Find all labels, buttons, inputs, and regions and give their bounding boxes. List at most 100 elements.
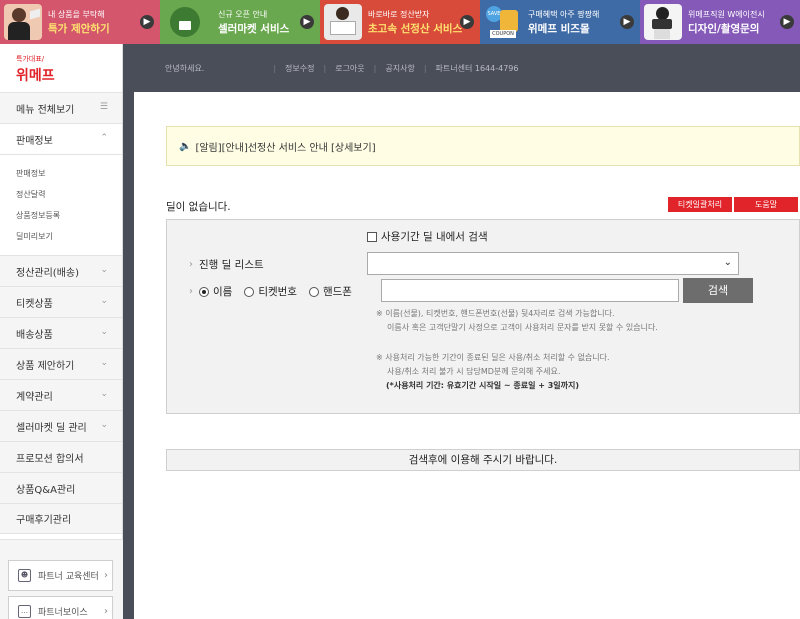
greeting: 안녕하세요. <box>165 63 205 73</box>
deal-list-select[interactable]: ⌄ <box>367 252 739 275</box>
search-input[interactable] <box>381 279 679 302</box>
sidebar-item-label: 티켓상품 <box>16 298 53 310</box>
chevron-right-icon[interactable]: ▶ <box>620 15 634 29</box>
radio-ticket[interactable] <box>244 286 255 297</box>
chevron-right-icon: › <box>189 259 193 270</box>
radio-phone-label: 핸드폰 <box>322 286 352 298</box>
help-text-3: ※ 사용처리 가능한 기간이 종료된 딜은 사용/취소 처리할 수 없습니다. <box>376 353 610 362</box>
chevron-up-icon: ⌃ <box>100 133 108 143</box>
sidebar-item-sales-info[interactable]: 판매정보 ⌃ <box>0 123 122 154</box>
notice-banner[interactable]: 🔈 [알림][안내]선정산 서비스 안내 [상세보기] <box>166 126 800 166</box>
menu-all-label: 메뉴 전체보기 <box>16 104 75 116</box>
sidebar-item-label: 셀러마켓 딜 관리 <box>16 422 87 434</box>
speech-bubble-icon: … <box>18 605 31 618</box>
period-search-option[interactable]: 사용기간 딜 내에서 검색 <box>367 229 488 244</box>
radio-phone[interactable] <box>308 286 319 297</box>
seller-market-badge-icon <box>170 7 200 37</box>
partner-center-phone: 파트너센터 1644-4796 <box>435 63 519 73</box>
sidebar: 특가대표/ 위메프 메뉴 전체보기 ☰ 판매정보 ⌃ 판매정보 정산달력 상품정… <box>0 44 123 619</box>
link-notice[interactable]: 공지사항 <box>385 63 414 74</box>
search-type-radios: › 이름 티켓번호 핸드폰 <box>189 284 364 299</box>
logo[interactable]: 특가대표/ 위메프 <box>0 44 122 92</box>
radio-ticket-label: 티켓번호 <box>258 286 297 298</box>
radio-ticket-option[interactable]: 티켓번호 <box>244 284 297 299</box>
chevron-right-icon[interactable]: ▶ <box>140 15 154 29</box>
banner-fast-settlement[interactable]: 바로바로 정산받자 초고속 선정산 서비스 ▶ <box>320 0 480 44</box>
chevron-down-icon: ⌄ <box>100 420 108 430</box>
chevron-right-icon[interactable]: ▶ <box>460 15 474 29</box>
submenu-item-settlement-calendar[interactable]: 정산달력 <box>16 184 122 205</box>
chevron-right-icon: › <box>189 286 193 297</box>
notice-text: [알림][안내]선정산 서비스 안내 [상세보기] <box>195 142 376 154</box>
submenu-item-sales-info[interactable]: 판매정보 <box>16 163 122 184</box>
sidebar-item-delivery[interactable]: 배송상품 ⌄ <box>0 317 122 348</box>
sidebar-item-contract[interactable]: 계약관리 ⌄ <box>0 379 122 410</box>
menu-all-toggle[interactable]: 메뉴 전체보기 ☰ <box>0 92 122 123</box>
chevron-down-icon: ⌄ <box>100 265 108 275</box>
sidebar-item-settlement[interactable]: 정산관리(배송) ⌄ <box>0 255 122 286</box>
period-checkbox[interactable] <box>367 231 377 242</box>
banner-seller-market[interactable]: 신규 오픈 안내 셀러마켓 서비스 ▶ <box>160 0 320 44</box>
banner-design-photo[interactable]: 위메프직원 W에이전시 디자인/촬영문의 ▶ <box>640 0 800 44</box>
link-logout[interactable]: 로그아웃 <box>335 63 364 74</box>
voice-label: 파트너보이스 <box>38 608 88 618</box>
sidebar-item-label: 구매후기관리 <box>16 515 72 526</box>
submenu-item-product-register[interactable]: 상품정보등록 <box>16 205 122 226</box>
hamburger-icon: ☰ <box>99 102 108 112</box>
radio-name-label: 이름 <box>213 286 233 298</box>
chevron-right-icon: › <box>104 570 108 581</box>
sidebar-item-seller-market[interactable]: 셀러마켓 딜 관리 ⌄ <box>0 410 122 441</box>
submenu-item-deal-preview[interactable]: 딜미리보기 <box>16 226 122 247</box>
help-text-2: 이름사 혹은 고객단말기 사정으로 고객이 사용처리 문자를 받지 못할 수 있… <box>387 323 658 332</box>
radio-name-option[interactable]: 이름 <box>199 284 232 299</box>
sidebar-item-ticket[interactable]: 티켓상품 ⌄ <box>0 286 122 317</box>
sales-info-submenu: 판매정보 정산달력 상품정보등록 딜미리보기 <box>0 154 122 255</box>
logo-sub: 특가대표/ <box>16 55 45 63</box>
main-content: 🔈 [알림][안내]선정산 서비스 안내 [상세보기] 딜이 없습니다. 티켓일… <box>134 92 800 619</box>
help-text-4: 사용/취소 처리 불가 시 담당MD분께 문의해 주세요. <box>387 367 561 376</box>
chevron-down-icon: ⌄ <box>100 389 108 399</box>
speaker-icon: 🔈 <box>179 140 192 152</box>
sidebar-item-propose[interactable]: 상품 제안하기 ⌄ <box>0 348 122 379</box>
sidebar-item-label: 상품Q&A관리 <box>16 484 76 496</box>
deal-list-label-text: 진행 딜 리스트 <box>199 259 264 271</box>
photographer-icon <box>644 4 682 40</box>
chevron-right-icon[interactable]: ▶ <box>300 15 314 29</box>
sidebar-item-label: 상품 제안하기 <box>16 360 75 372</box>
partner-voice-button[interactable]: … 파트너보이스 › <box>8 596 113 619</box>
chevron-right-icon: › <box>104 606 108 617</box>
sidebar-item-label: 계약관리 <box>16 391 53 403</box>
person-laptop-icon <box>324 4 362 40</box>
partner-edu-center-button[interactable]: ☻ 파트너 교육센터 › <box>8 560 113 591</box>
person-board-icon: ☻ <box>18 569 31 582</box>
after-search-message: 검색후에 이용해 주시기 바랍니다. <box>166 449 800 471</box>
banner-special-offer[interactable]: 내 상품을 부탁해 특가 제안하기 ▶ <box>0 0 160 44</box>
deal-list-label: › 진행 딜 리스트 <box>189 257 264 272</box>
chevron-down-icon: ⌄ <box>100 296 108 306</box>
help-text-1: ※ 이름(선물), 티켓번호, 핸드폰번호(선물) 뒷4자리로 검색 가능합니다… <box>376 309 615 318</box>
promo-banner-strip: 내 상품을 부탁해 특가 제안하기 ▶ 신규 오픈 안내 셀러마켓 서비스 ▶ … <box>0 0 800 44</box>
link-edit-info[interactable]: 정보수정 <box>285 63 314 74</box>
gutter <box>123 92 134 619</box>
help-text-5: (*사용처리 기간: 유효기간 시작일 ~ 종료일 + 3일까지) <box>386 381 580 390</box>
top-bar: 안녕하세요. | 정보수정 | 로그아웃 | 공지사항 | 파트너센터 1644… <box>123 44 800 92</box>
deal-status-text: 딜이 없습니다. <box>166 201 231 213</box>
chevron-right-icon[interactable]: ▶ <box>780 15 794 29</box>
help-button[interactable]: 도움말 <box>734 197 798 212</box>
chevron-down-icon: ⌄ <box>100 327 108 337</box>
edu-center-label: 파트너 교육센터 <box>38 572 99 582</box>
sidebar-item-reviews[interactable]: 구매후기관리 <box>0 503 122 534</box>
sidebar-item-label: 배송상품 <box>16 329 53 341</box>
radio-phone-option[interactable]: 핸드폰 <box>308 284 352 299</box>
banner-bizmall[interactable]: SAVE COUPON 구매혜택 아주 짱짱해 위메프 비즈몰 ▶ <box>480 0 640 44</box>
chevron-down-icon: ⌄ <box>100 358 108 368</box>
search-button[interactable]: 검색 <box>683 278 753 303</box>
sidebar-item-label: 프로모션 합의서 <box>16 453 84 465</box>
sidebar-item-promotion[interactable]: 프로모션 합의서 <box>0 441 122 472</box>
logo-main: 위메프 <box>16 68 55 84</box>
ticket-batch-button[interactable]: 티켓일괄처리 <box>668 197 732 212</box>
radio-name[interactable] <box>199 286 209 297</box>
period-checkbox-label: 사용기간 딜 내에서 검색 <box>381 231 488 243</box>
sidebar-item-label: 정산관리(배송) <box>16 267 80 279</box>
sidebar-item-qna[interactable]: 상품Q&A관리 <box>0 472 122 503</box>
